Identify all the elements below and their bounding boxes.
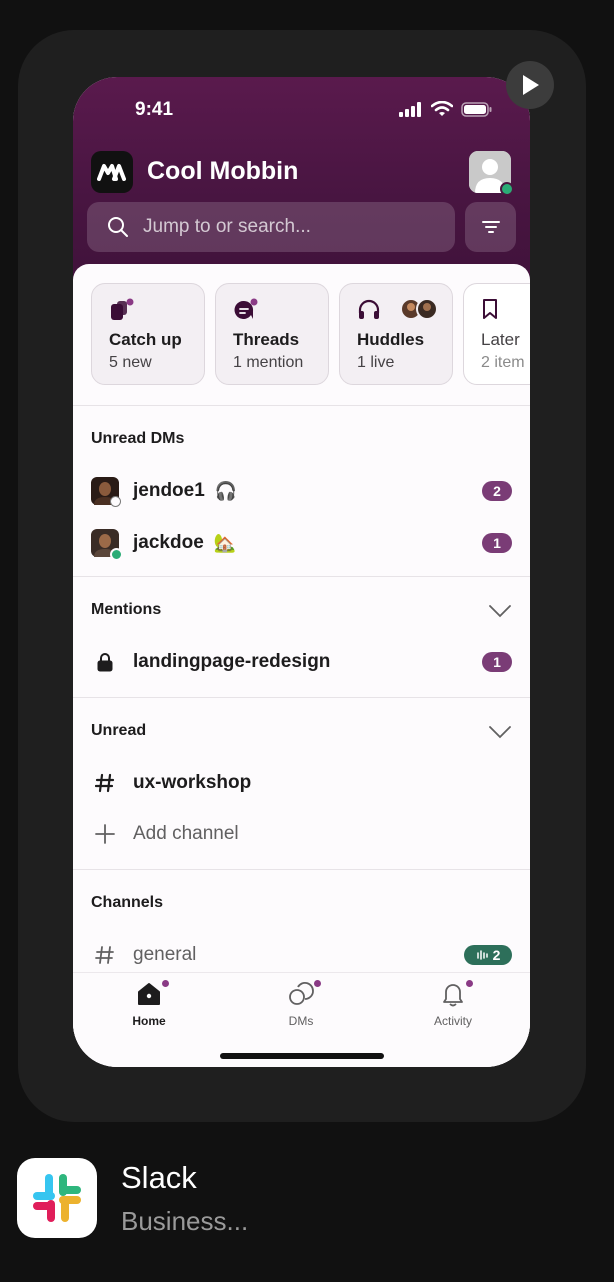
home-icon — [138, 983, 160, 1005]
hash-icon — [95, 773, 115, 793]
card-subtitle: 5 new — [109, 354, 152, 371]
huddle-wave-icon — [476, 950, 488, 960]
add-channel-row[interactable]: Add channel — [91, 816, 512, 852]
search-icon — [108, 217, 128, 237]
notification-dot — [162, 980, 169, 987]
wifi-icon — [431, 101, 453, 116]
tab-dms[interactable]: DMs — [251, 980, 351, 1028]
dm-row-jackdoe[interactable]: jackdoe 🏡 1 — [91, 525, 512, 561]
unread-dms-title: Unread DMs — [91, 430, 185, 447]
card-title: Catch up — [109, 330, 182, 349]
tab-label: Home — [132, 1014, 166, 1028]
home-sheet: Catch up 5 new Threads 1 mention Huddles… — [73, 264, 530, 1067]
home-indicator — [220, 1053, 384, 1059]
huddles-card[interactable]: Huddles 1 live — [339, 283, 453, 385]
chevron-down-icon[interactable] — [488, 725, 512, 739]
threads-icon — [234, 298, 258, 319]
unread-title: Unread — [91, 722, 147, 739]
tab-home[interactable]: Home — [99, 980, 199, 1028]
dm-name: jackdoe — [133, 532, 204, 553]
slack-logo-icon — [33, 1174, 81, 1222]
hash-icon — [95, 946, 114, 964]
badge-count: 2 — [492, 947, 501, 963]
dm-row-jendoe1[interactable]: jendoe1 🎧 2 — [91, 473, 512, 509]
search-bar[interactable] — [87, 202, 455, 252]
threads-card[interactable]: Threads 1 mention — [215, 283, 329, 385]
channel-name: general — [133, 944, 197, 965]
bookmark-icon — [483, 299, 497, 319]
app-name: Slack — [121, 1160, 197, 1195]
bell-icon — [443, 984, 463, 1007]
lock-icon — [97, 653, 113, 672]
unread-badge: 2 — [482, 481, 512, 501]
unread-badge: 1 — [482, 652, 512, 672]
channel-name: landingpage-redesign — [133, 651, 331, 672]
workspace-name[interactable]: Cool Mobbin — [147, 157, 298, 186]
phone-screen: 9:41 Cool Mobbin Jump to or search... Ca… — [73, 77, 530, 1067]
dm-name: jendoe1 — [133, 480, 205, 501]
notification-dot — [314, 980, 321, 987]
card-title: Huddles — [357, 330, 425, 349]
tab-label: Activity — [433, 1014, 472, 1028]
avatar — [91, 477, 121, 507]
presence-online-dot — [110, 548, 123, 561]
huddle-participants-avatars — [400, 298, 438, 320]
house-status-emoji: 🏡 — [213, 532, 237, 553]
status-time: 9:41 — [135, 99, 174, 120]
play-button[interactable] — [506, 61, 554, 109]
huddle-badge: 2 — [464, 945, 512, 965]
card-title: Later — [481, 330, 520, 349]
headphones-status-emoji: 🎧 — [214, 480, 238, 501]
mentions-title: Mentions — [91, 601, 162, 618]
lock-icon-wrap — [91, 652, 119, 672]
avatar — [91, 529, 123, 561]
signal-icon — [399, 101, 421, 117]
hash-icon-wrap — [91, 945, 119, 965]
presence-away-dot — [110, 496, 121, 507]
divider — [73, 697, 530, 698]
battery-icon — [461, 101, 492, 117]
headphones-icon — [358, 299, 380, 319]
channel-name: ux-workshop — [133, 772, 252, 793]
quick-cards-row: Catch up 5 new Threads 1 mention Huddles… — [91, 283, 530, 385]
card-subtitle: 1 live — [357, 354, 395, 371]
app-category: Business... — [121, 1206, 249, 1236]
plus-icon — [95, 824, 115, 844]
filter-icon — [481, 221, 500, 233]
filter-button[interactable] — [465, 202, 516, 252]
status-icons — [399, 101, 493, 117]
presence-online-dot — [500, 182, 514, 196]
tab-label: DMs — [288, 1014, 314, 1028]
channel-row-general[interactable]: general 2 — [91, 937, 512, 973]
channel-row-ux-workshop[interactable]: ux-workshop — [91, 765, 512, 801]
tab-activity[interactable]: Activity — [403, 980, 503, 1028]
card-subtitle: 2 item — [481, 354, 525, 371]
slack-app-icon[interactable] — [17, 1158, 97, 1238]
later-card[interactable]: Later 2 item — [463, 283, 530, 385]
plus-icon-wrap — [91, 824, 119, 844]
card-title: Threads — [233, 330, 300, 349]
divider — [73, 869, 530, 870]
play-icon — [523, 75, 539, 95]
unread-badge: 1 — [482, 533, 512, 553]
divider — [73, 576, 530, 577]
catch-up-card[interactable]: Catch up 5 new — [91, 283, 205, 385]
channels-title: Channels — [91, 894, 164, 911]
search-input[interactable] — [141, 215, 445, 239]
channel-row-landingpage-redesign[interactable]: landingpage-redesign 1 — [91, 644, 512, 680]
divider — [73, 405, 530, 406]
dms-icon — [289, 981, 314, 1005]
add-channel-label: Add channel — [133, 823, 239, 844]
chevron-down-icon[interactable] — [488, 604, 512, 618]
workspace-logo[interactable] — [91, 151, 133, 193]
notification-dot — [466, 980, 473, 987]
mobbin-logo-icon — [97, 164, 126, 181]
hash-icon-wrap — [91, 773, 119, 793]
catch-up-icon — [111, 298, 134, 320]
card-subtitle: 1 mention — [233, 354, 304, 371]
